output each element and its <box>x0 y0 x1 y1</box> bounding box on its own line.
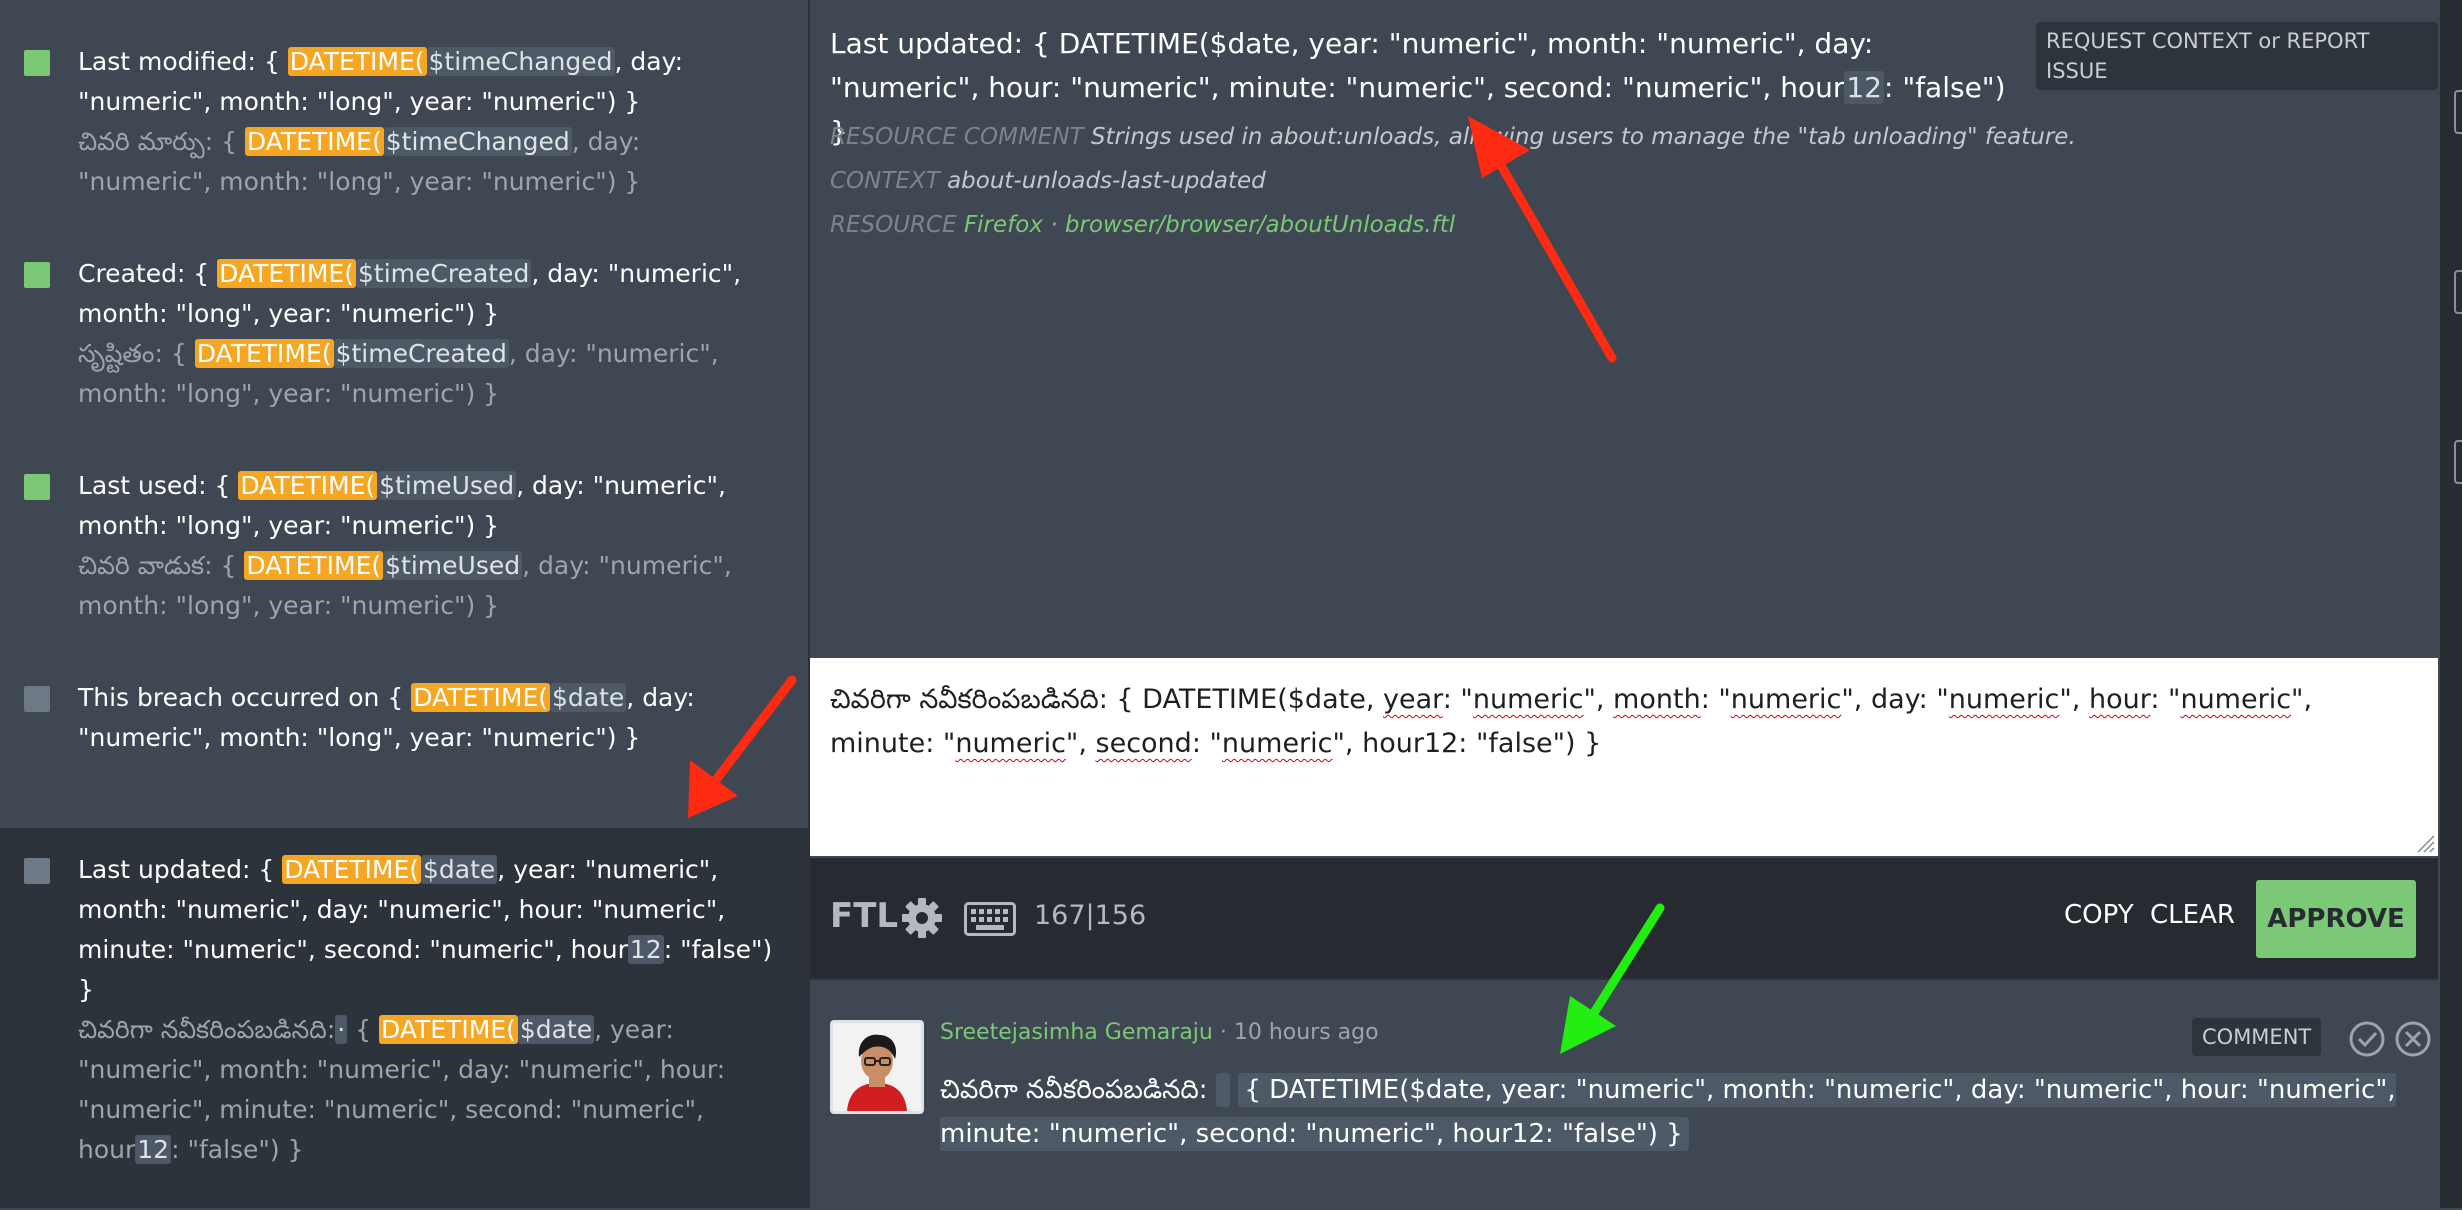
status-translated-icon <box>24 262 50 288</box>
character-count: 167|156 <box>1034 900 1147 931</box>
list-item[interactable]: Created: { DATETIME($timeCreated, day: "… <box>0 212 808 424</box>
list-item-selected[interactable]: Last updated: { DATETIME($date, year: "n… <box>0 828 808 1208</box>
string-list: Last modified: { DATETIME($timeChanged, … <box>0 0 810 1208</box>
status-missing-icon <box>24 858 50 884</box>
history-translation: చివరిగా నవీకరింపబడినది: { DATETIME($date… <box>940 1073 2396 1151</box>
check-icon[interactable] <box>2348 1020 2386 1058</box>
history-panel: Sreetejasimha Gemaraju · 10 hours ago CO… <box>810 978 2438 1210</box>
project-link[interactable]: Firefox <box>964 212 1043 238</box>
editor-text[interactable]: చివరిగా నవీకరింపబడినది: { DATETIME($date… <box>830 678 2420 766</box>
list-item[interactable]: Last modified: { DATETIME($timeChanged, … <box>0 0 808 212</box>
translation-string: సృష్టితం: { DATETIME($timeCreated, day: … <box>78 339 719 408</box>
source-string: Last modified: { DATETIME($timeChanged, … <box>78 47 683 116</box>
space-marker <box>1215 1073 1231 1107</box>
timestamp: · 10 hours ago <box>1212 1020 1379 1045</box>
status-missing-icon <box>24 686 50 712</box>
resize-handle-icon[interactable] <box>2414 832 2436 854</box>
copy-button[interactable]: COPY <box>2064 900 2134 930</box>
resource: RESOURCE Firefox · browser/browser/about… <box>830 212 1456 238</box>
context: CONTEXT about-unloads-last-updated <box>830 168 1266 194</box>
status-translated-icon <box>24 474 50 500</box>
list-item[interactable]: This breach occurred on { DATETIME($date… <box>0 636 808 828</box>
translation-string: చివరి వాడుక: { DATETIME($timeUsed, day: … <box>78 551 732 620</box>
side-tab[interactable] <box>2454 270 2462 314</box>
source-string: Created: { DATETIME($timeCreated, day: "… <box>78 259 742 328</box>
gear-icon[interactable] <box>900 896 944 940</box>
keyboard-icon[interactable] <box>964 902 1016 936</box>
resource-path-link[interactable]: browser/browser/aboutUnloads.ftl <box>1065 212 1455 238</box>
list-item[interactable]: Last used: { DATETIME($timeUsed, day: "n… <box>0 424 808 636</box>
avatar <box>830 1020 924 1114</box>
author-line: Sreetejasimha Gemaraju · 10 hours ago <box>940 1020 1379 1045</box>
reject-icon[interactable] <box>2394 1020 2432 1058</box>
side-strip <box>2440 0 2462 1208</box>
comment-button[interactable]: COMMENT <box>2192 1018 2322 1056</box>
translation-string: చివరిగా నవీకరింపబడినది:· { DATETIME($dat… <box>78 1015 726 1164</box>
resource-comment: RESOURCE COMMENT Strings used in about:u… <box>830 124 2076 150</box>
ftl-toggle[interactable]: FTL <box>830 896 898 936</box>
translation-editor[interactable]: చివరిగా నవీకరింపబడినది: { DATETIME($date… <box>810 658 2438 856</box>
translation-string: చివరి మార్పు: { DATETIME($timeChanged, d… <box>78 127 641 196</box>
clear-button[interactable]: CLEAR <box>2150 900 2235 930</box>
side-tab[interactable] <box>2454 440 2462 484</box>
approve-button[interactable]: APPROVE <box>2256 880 2416 958</box>
source-string: Last used: { DATETIME($timeUsed, day: "n… <box>78 471 726 540</box>
author-name[interactable]: Sreetejasimha Gemaraju <box>940 1020 1213 1045</box>
side-tab[interactable] <box>2454 90 2462 134</box>
source-string: This breach occurred on { DATETIME($date… <box>78 683 695 752</box>
source-string: Last updated: { DATETIME($date, year: "n… <box>78 855 773 1004</box>
editor-toolbar: FTL 167|156 COPY CLEAR APPROVE <box>810 858 2438 978</box>
request-context-button[interactable]: REQUEST CONTEXT or REPORT ISSUE <box>2036 22 2438 90</box>
status-translated-icon <box>24 50 50 76</box>
space-marker: · <box>335 1015 348 1044</box>
editor-panel: Last updated: { DATETIME($date, year: "n… <box>810 0 2438 1210</box>
